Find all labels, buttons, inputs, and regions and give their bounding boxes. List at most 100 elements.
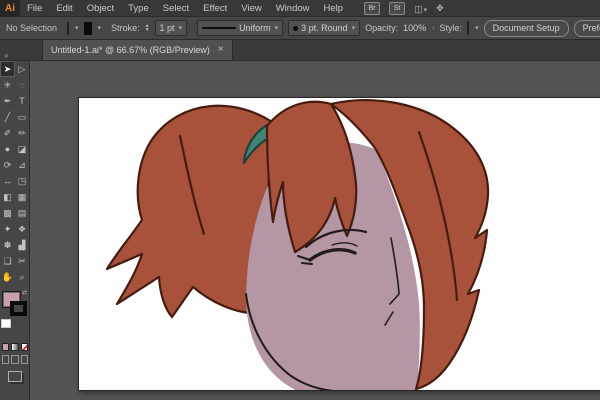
menu-select[interactable]: Select	[156, 0, 196, 17]
opacity-value[interactable]: 100%	[403, 23, 426, 33]
fill-stroke-wells: ⇄	[0, 289, 29, 341]
menu-object[interactable]: Object	[80, 0, 121, 17]
paint-mode-row	[0, 341, 29, 351]
width-profile-dropdown[interactable]: Uniform ▾	[197, 20, 284, 36]
stroke-color-swatch[interactable]	[83, 21, 92, 35]
artboard[interactable]	[78, 97, 600, 391]
app-logo: Ai	[0, 0, 20, 17]
chevron-down-icon[interactable]: ▾	[75, 24, 79, 32]
column-graph-tool[interactable]: ▟	[15, 237, 29, 253]
artwork-anime-head	[105, 99, 490, 390]
chevron-down-icon: ▾	[274, 25, 279, 32]
draw-modes-row	[0, 351, 29, 364]
default-fill-stroke-icon[interactable]	[1, 319, 11, 328]
chevron-down-icon: ▾	[423, 7, 428, 14]
canvas-pasteboard[interactable]	[30, 61, 600, 400]
chevron-down-icon[interactable]: ▾	[475, 24, 479, 32]
gradient-mode-button[interactable]	[11, 343, 19, 351]
brush-preview-dot	[293, 25, 299, 31]
draw-behind-button[interactable]	[11, 355, 19, 364]
menu-edit[interactable]: Edit	[49, 0, 79, 17]
draw-normal-button[interactable]	[2, 355, 10, 364]
menu-items: File Edit Object Type Select Effect View Window…	[20, 0, 350, 16]
menu-view[interactable]: View	[234, 0, 268, 17]
illustrator-window: Ai File Edit Object Type Select Effect View Win…	[0, 0, 600, 400]
stroke-label: Stroke:	[111, 23, 140, 33]
style-label: Style:	[439, 23, 463, 33]
selection-tool[interactable]: ➤	[0, 61, 15, 77]
draw-inside-button[interactable]	[20, 355, 28, 364]
none-mode-button[interactable]	[20, 343, 28, 351]
opacity-label: Opacity:	[365, 23, 399, 33]
stroke-weight-stepper[interactable]: ▲ ▼	[145, 24, 150, 33]
stepper-down-icon[interactable]: ▼	[145, 28, 150, 33]
menu-type[interactable]: Type	[121, 0, 156, 17]
graphic-style-swatch[interactable]	[467, 21, 470, 35]
document-setup-button[interactable]: Document Setup	[483, 19, 569, 37]
tool-grid: ➤ ▷ ✳ ◌ ✒ T ╱ ▭ ✐ ✏ ● ◪ ⟳ ⊿ ↔ ◳ ◧ ▦ ▩ ▤ ✦ ❖ ✽ ▟ ❏ ✂ ✋ ⌕	[0, 61, 29, 285]
menubar: Ai File Edit Object Type Select Effect View Win…	[0, 0, 600, 17]
shape-builder-tool[interactable]: ◧	[0, 189, 15, 205]
touch-workspace-icon[interactable]: ✥	[436, 3, 444, 14]
document-tab[interactable]: Untitled-1.ai* @ 66.67% (RGB/Preview) ×	[42, 39, 233, 60]
swap-fill-stroke-icon[interactable]: ⇄	[22, 289, 27, 296]
stock-button[interactable]: St	[389, 1, 406, 15]
menu-effect[interactable]: Effect	[196, 0, 234, 17]
stroke-line-preview	[202, 27, 237, 29]
chevron-down-icon: ▾	[178, 25, 183, 32]
stroke-well[interactable]	[10, 301, 27, 316]
direct-selection-tool[interactable]: ▷	[15, 61, 29, 77]
chevron-down-icon[interactable]: ▾	[98, 24, 102, 32]
color-mode-button[interactable]	[2, 343, 10, 351]
perspective-grid-tool[interactable]: ▦	[15, 189, 29, 205]
pen-tool[interactable]: ✒	[0, 93, 15, 109]
panel-collapse-icon[interactable]: »	[0, 51, 34, 60]
mesh-tool[interactable]: ▩	[0, 205, 15, 221]
main-area: ➤ ▷ ✳ ◌ ✒ T ╱ ▭ ✐ ✏ ● ◪ ⟳ ⊿ ↔ ◳ ◧ ▦ ▩ ▤ ✦ ❖ ✽ ▟ ❏ ✂ ✋ ⌕ ⇄	[0, 61, 600, 400]
opacity-more-icon[interactable]: ›	[432, 25, 434, 32]
artboard-tool[interactable]: ❏	[0, 253, 15, 269]
menu-help[interactable]: Help	[317, 0, 351, 17]
type-tool[interactable]: T	[15, 93, 29, 109]
chevron-down-icon: ▾	[351, 25, 356, 32]
gradient-tool[interactable]: ▤	[15, 205, 29, 221]
paintbrush-tool[interactable]: ✐	[0, 125, 15, 141]
fill-color-swatch[interactable]	[67, 21, 70, 35]
screen-mode-button[interactable]	[8, 371, 22, 382]
stroke-weight-value: 1 pt	[159, 23, 175, 33]
blend-tool[interactable]: ❖	[15, 221, 29, 237]
close-icon[interactable]: ×	[218, 45, 224, 55]
document-title: Untitled-1.ai* @ 66.67% (RGB/Preview)	[51, 45, 210, 55]
rotate-tool[interactable]: ⟳	[0, 157, 15, 173]
lasso-tool[interactable]: ◌	[15, 77, 29, 93]
arrange-documents-button[interactable]: ◫▾	[414, 0, 427, 17]
rectangle-tool[interactable]: ▭	[15, 109, 29, 125]
stroke-weight-dropdown[interactable]: 1 pt ▾	[154, 20, 188, 36]
hand-tool[interactable]: ✋	[0, 269, 15, 285]
menu-window[interactable]: Window	[269, 0, 317, 17]
brush-definition-value: 3 pt. Round	[301, 23, 348, 33]
eyedropper-tool[interactable]: ✦	[0, 221, 15, 237]
magic-wand-tool[interactable]: ✳	[0, 77, 15, 93]
pencil-tool[interactable]: ✏	[15, 125, 29, 141]
menubar-right: Br St ◫▾ ✥	[364, 0, 444, 17]
arrange-documents-icon: ◫	[414, 4, 423, 14]
scale-tool[interactable]: ⊿	[15, 157, 29, 173]
line-segment-tool[interactable]: ╱	[0, 109, 15, 125]
symbol-sprayer-tool[interactable]: ✽	[0, 237, 15, 253]
bridge-button[interactable]: Br	[364, 1, 381, 15]
brush-definition-dropdown[interactable]: 3 pt. Round ▾	[288, 20, 361, 36]
zoom-tool[interactable]: ⌕	[15, 269, 29, 285]
document-tab-bar: » Untitled-1.ai* @ 66.67% (RGB/Preview) …	[0, 39, 600, 61]
tools-panel: ➤ ▷ ✳ ◌ ✒ T ╱ ▭ ✐ ✏ ● ◪ ⟳ ⊿ ↔ ◳ ◧ ▦ ▩ ▤ ✦ ❖ ✽ ▟ ❏ ✂ ✋ ⌕ ⇄	[0, 61, 30, 400]
selection-status: No Selection	[6, 23, 58, 33]
preferences-button[interactable]: Preferences	[573, 19, 600, 37]
width-tool[interactable]: ↔	[0, 173, 15, 189]
width-profile-value: Uniform	[239, 23, 271, 33]
blob-brush-tool[interactable]: ●	[0, 141, 15, 157]
control-bar: No Selection ▾ ▾ Stroke: ▲ ▼ 1 pt ▾ Unif…	[0, 17, 600, 40]
free-transform-tool[interactable]: ◳	[15, 173, 29, 189]
eraser-tool[interactable]: ◪	[15, 141, 29, 157]
slice-tool[interactable]: ✂	[15, 253, 29, 269]
menu-file[interactable]: File	[20, 0, 49, 17]
